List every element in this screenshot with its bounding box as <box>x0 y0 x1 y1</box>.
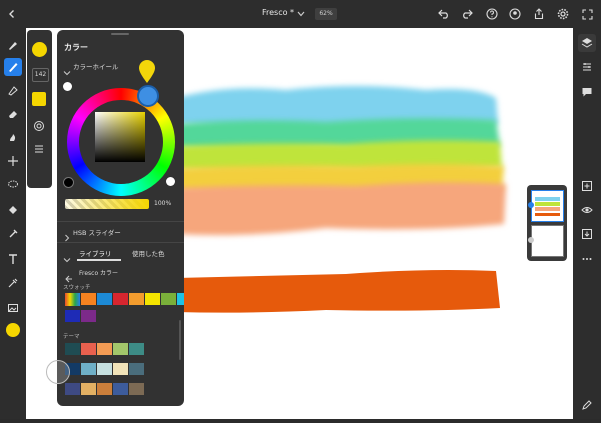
top-bar: Fresco * 62% <box>0 0 601 28</box>
swatches-label: スウォッチ <box>63 285 91 291</box>
flow-swatch[interactable] <box>32 92 46 106</box>
swatch[interactable] <box>145 293 160 305</box>
swatch[interactable] <box>177 293 184 305</box>
theme-swatch[interactable] <box>129 363 144 375</box>
live-brush-icon[interactable] <box>4 58 22 76</box>
theme-swatch[interactable] <box>81 383 96 395</box>
chevron-down-icon[interactable] <box>296 7 306 21</box>
color-marker-wheel[interactable] <box>137 85 159 107</box>
redo-icon[interactable] <box>459 6 475 22</box>
tab-recent[interactable]: 使用した色 <box>132 248 165 258</box>
move-icon[interactable] <box>4 152 22 170</box>
fullscreen-icon[interactable] <box>579 6 595 22</box>
theme-swatch[interactable] <box>65 343 80 355</box>
theme-swatch[interactable] <box>113 383 128 395</box>
type-icon[interactable] <box>4 250 22 268</box>
theme-swatch[interactable] <box>113 343 128 355</box>
eraser-icon[interactable] <box>4 105 22 123</box>
edit-icon[interactable] <box>578 396 596 414</box>
image-icon[interactable] <box>4 299 22 317</box>
theme-swatch[interactable] <box>113 363 128 375</box>
fill-icon[interactable] <box>4 201 22 219</box>
eyedropper-fill-icon[interactable] <box>4 225 22 243</box>
white-preset[interactable] <box>63 82 72 91</box>
chevron-right-icon[interactable] <box>63 227 71 242</box>
eyedropper-icon[interactable] <box>4 274 22 292</box>
opacity-slider[interactable] <box>65 199 149 209</box>
brush-size[interactable]: 142 <box>32 68 49 82</box>
chevron-down-icon-2[interactable] <box>63 249 71 263</box>
layers-icon[interactable] <box>578 34 596 52</box>
vector-brush-icon[interactable] <box>4 81 22 99</box>
arrow-left-icon[interactable] <box>65 268 73 283</box>
library-name: Fresco カラー <box>79 270 119 277</box>
smudge-icon[interactable] <box>4 128 22 146</box>
hsb-slider-label[interactable]: HSB スライダー <box>73 227 121 237</box>
panel-handle[interactable] <box>111 33 129 35</box>
comment-icon[interactable] <box>578 83 596 101</box>
layer-dot <box>528 237 534 243</box>
swatch-multicolor[interactable] <box>65 293 80 306</box>
swatch[interactable] <box>113 293 128 305</box>
swatch[interactable] <box>81 310 96 322</box>
tab-library-underline <box>77 259 121 261</box>
share-icon[interactable] <box>531 6 547 22</box>
theme-swatch[interactable] <box>81 363 96 375</box>
swatch[interactable] <box>65 310 80 322</box>
color-marker-current[interactable] <box>137 58 157 84</box>
theme-swatch[interactable] <box>129 343 144 355</box>
import-icon[interactable] <box>578 225 596 243</box>
brush-color-dot[interactable] <box>32 42 47 57</box>
swatch[interactable] <box>161 293 176 305</box>
theme-swatch[interactable] <box>97 343 112 355</box>
gear-icon[interactable] <box>555 6 571 22</box>
theme-swatch[interactable] <box>97 363 112 375</box>
visibility-icon[interactable] <box>578 201 596 219</box>
brush-options-icon[interactable] <box>33 140 45 153</box>
brush-settings-icon[interactable] <box>33 117 45 131</box>
brush-settings-bar: 142 <box>27 30 52 188</box>
scrollbar[interactable] <box>179 320 181 360</box>
themes-label: テーマ <box>63 334 80 340</box>
more-icon[interactable] <box>578 250 596 268</box>
right-toolbar <box>573 28 601 419</box>
layer-properties-icon[interactable] <box>578 58 596 76</box>
add-layer-icon[interactable] <box>578 177 596 195</box>
saturation-value-square[interactable] <box>95 112 145 162</box>
help-icon[interactable] <box>484 6 500 22</box>
layer-selected-dot <box>528 202 534 208</box>
layer-thumbnail-1[interactable] <box>531 190 564 222</box>
back-icon[interactable] <box>4 6 20 22</box>
swatch[interactable] <box>129 293 144 305</box>
left-toolbar <box>0 28 26 419</box>
theme-swatch[interactable] <box>65 383 80 395</box>
black-preset[interactable] <box>63 177 74 188</box>
swatch[interactable] <box>97 293 112 305</box>
color-wheel-label[interactable]: カラーホイール <box>73 61 119 71</box>
chevron-down-icon[interactable] <box>63 62 71 76</box>
white-preset-2[interactable] <box>166 177 175 186</box>
layers-panel <box>527 185 567 261</box>
cloud-icon[interactable] <box>507 6 523 22</box>
document-title[interactable]: Fresco * <box>262 8 294 17</box>
undo-icon[interactable] <box>436 6 452 22</box>
swatch[interactable] <box>81 293 96 305</box>
lasso-icon[interactable] <box>4 176 22 194</box>
opacity-value: 100% <box>154 200 172 207</box>
touch-shortcut[interactable] <box>46 360 70 384</box>
theme-swatch[interactable] <box>129 383 144 395</box>
theme-swatch[interactable] <box>97 383 112 395</box>
current-color-swatch[interactable] <box>6 323 20 337</box>
tab-library[interactable]: ライブラリ <box>79 248 112 258</box>
pixel-brush-icon[interactable] <box>4 36 22 54</box>
zoom-level[interactable]: 62% <box>315 8 337 20</box>
panel-title: カラー <box>64 43 88 52</box>
theme-swatch[interactable] <box>81 343 96 355</box>
color-panel: カラー カラーホイール 100% HSB スライダー ライブラリ 使用した色 F… <box>57 30 184 406</box>
layer-thumbnail-2[interactable] <box>531 225 564 257</box>
